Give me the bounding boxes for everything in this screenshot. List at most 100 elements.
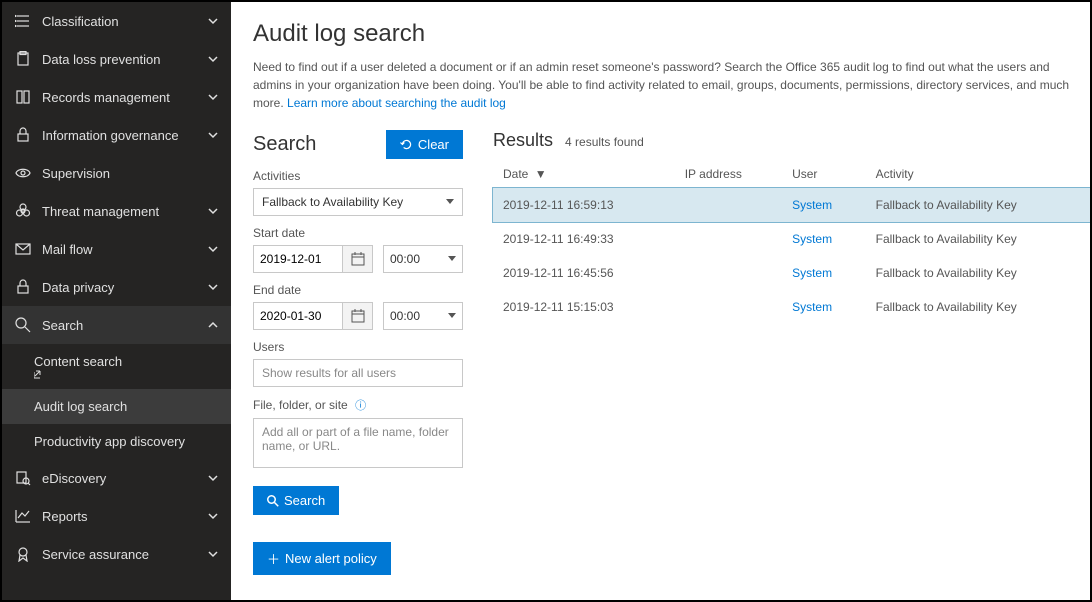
plus-icon: ＋: [267, 549, 280, 568]
clipboard-icon: [14, 50, 32, 68]
col-date[interactable]: Date ▼: [493, 161, 675, 188]
table-row[interactable]: 2019-12-11 15:15:03SystemFallback to Ava…: [493, 290, 1090, 324]
cell-user: System: [782, 256, 866, 290]
sidebar-subitem-label: Content search: [34, 354, 122, 369]
info-icon[interactable]: ⓘ: [355, 400, 366, 412]
table-row[interactable]: 2019-12-11 16:59:13 System Fallback to Ava…: [493, 188, 1090, 223]
start-date-calendar-button[interactable]: [343, 245, 373, 273]
file-input[interactable]: [253, 418, 463, 468]
chart-icon: [14, 507, 32, 525]
users-input[interactable]: [253, 359, 463, 387]
sidebar-item-information-governance[interactable]: Information governance: [2, 116, 231, 154]
cell-date: 2019-12-11 16:45:56: [493, 256, 675, 290]
sidebar-item-service-assurance[interactable]: Service assurance: [2, 535, 231, 573]
biohazard-icon: [14, 202, 32, 220]
search-btn-label: Search: [284, 493, 325, 508]
end-date-calendar-button[interactable]: [343, 302, 373, 330]
sidebar-item-label: Mail flow: [42, 242, 207, 257]
sidebar-subitem-productivity-app-discovery[interactable]: Productivity app discovery: [2, 424, 231, 459]
cell-ip: [675, 222, 782, 256]
start-time-value: 00:00: [390, 252, 420, 266]
table-row[interactable]: 2019-12-11 16:49:33 System Fallback to Ava…: [493, 222, 1090, 256]
col-user[interactable]: User: [782, 161, 866, 188]
results-panel: Results 4 results found Date ▼ IP addres…: [493, 130, 1090, 600]
cell-ip: [675, 290, 782, 324]
sidebar-item-search[interactable]: Search: [2, 306, 231, 344]
learn-more-link[interactable]: Learn more about searching the audit log: [287, 96, 506, 110]
chevron-down-icon: [207, 548, 219, 560]
end-time-value: 00:00: [390, 309, 420, 323]
lock-icon: [14, 278, 32, 296]
clear-button[interactable]: Clear: [386, 130, 463, 159]
cell-ip: [675, 188, 782, 223]
cell-ip: [675, 256, 782, 290]
sidebar-item-records-management[interactable]: Records management: [2, 78, 231, 116]
results-count: 4 results found: [565, 135, 644, 149]
ediscovery-icon: [14, 469, 32, 487]
page-title: Audit log search: [253, 20, 1090, 48]
col-ip[interactable]: IP address: [675, 161, 782, 188]
user-link[interactable]: System: [792, 232, 832, 246]
search-button[interactable]: Search: [253, 486, 339, 515]
activities-value: Fallback to Availability Key: [262, 195, 403, 209]
page-description: Need to find out if a user deleted a doc…: [253, 58, 1090, 112]
sidebar-subitem-audit-log-search[interactable]: Audit log search: [2, 389, 231, 424]
sidebar-item-mail-flow[interactable]: Mail flow: [2, 230, 231, 268]
chevron-down-icon: [207, 15, 219, 27]
calendar-icon: [351, 309, 365, 323]
lock-icon: [14, 126, 32, 144]
sidebar-item-label: Information governance: [42, 128, 207, 143]
new-alert-button[interactable]: ＋ New alert policy: [253, 542, 391, 575]
records-icon: [14, 88, 32, 106]
sidebar-item-supervision[interactable]: Supervision: [2, 154, 231, 192]
end-date-label: End date: [253, 283, 463, 297]
col-date-label: Date: [503, 167, 528, 181]
start-date-label: Start date: [253, 226, 463, 240]
sidebar-item-label: Records management: [42, 90, 207, 105]
end-time-select[interactable]: 00:00: [383, 302, 463, 330]
user-link[interactable]: System: [792, 266, 832, 280]
search-icon: [14, 316, 32, 334]
user-link[interactable]: System: [792, 198, 832, 212]
user-link[interactable]: System: [792, 300, 832, 314]
start-date-input[interactable]: [253, 245, 343, 273]
list-icon: [14, 12, 32, 30]
users-label: Users: [253, 340, 463, 354]
chevron-down-icon: [207, 243, 219, 255]
cell-date: 2019-12-11 16:59:13: [493, 188, 675, 223]
clear-label: Clear: [418, 137, 449, 152]
start-time-select[interactable]: 00:00: [383, 245, 463, 273]
sidebar-subitem-content-search[interactable]: Content search: [2, 344, 231, 389]
file-label-text: File, folder, or site: [253, 398, 348, 412]
sidebar-item-classification[interactable]: Classification: [2, 2, 231, 40]
activities-label: Activities: [253, 169, 463, 183]
sidebar-item-threat-management[interactable]: Threat management: [2, 192, 231, 230]
chevron-down-icon: [207, 53, 219, 65]
sidebar-subitem-label: Productivity app discovery: [34, 434, 185, 449]
search-heading: Search: [253, 133, 316, 156]
sidebar-item-data-loss-prevention[interactable]: Data loss prevention: [2, 40, 231, 78]
table-row[interactable]: 2019-12-11 16:45:56SystemFallback to Ava…: [493, 256, 1090, 290]
chevron-down-icon: [207, 510, 219, 522]
cell-user: System: [782, 188, 866, 223]
cell-activity: Fallback to Availability Key: [866, 222, 1090, 256]
cell-date: 2019-12-11 15:15:03: [493, 290, 675, 324]
sidebar-item-label: Data privacy: [42, 280, 207, 295]
results-table: Date ▼ IP address User Activity 2019-12-…: [493, 161, 1090, 324]
calendar-icon: [351, 252, 365, 266]
activities-dropdown[interactable]: Fallback to Availability Key: [253, 188, 463, 216]
sidebar-item-reports[interactable]: Reports: [2, 497, 231, 535]
external-link-icon: [34, 369, 219, 379]
sort-desc-icon: ▼: [535, 167, 547, 181]
cell-activity: Fallback to Availability Key: [866, 188, 1090, 223]
end-date-input[interactable]: [253, 302, 343, 330]
sidebar-item-ediscovery[interactable]: eDiscovery: [2, 459, 231, 497]
sidebar-item-data-privacy[interactable]: Data privacy: [2, 268, 231, 306]
results-heading: Results: [493, 130, 553, 151]
sidebar-item-label: Service assurance: [42, 547, 207, 562]
chevron-down-icon: [207, 205, 219, 217]
col-activity[interactable]: Activity: [866, 161, 1090, 188]
mail-icon: [14, 240, 32, 258]
sidebar-item-label: Classification: [42, 14, 207, 29]
cell-date: 2019-12-11 16:49:33: [493, 222, 675, 256]
